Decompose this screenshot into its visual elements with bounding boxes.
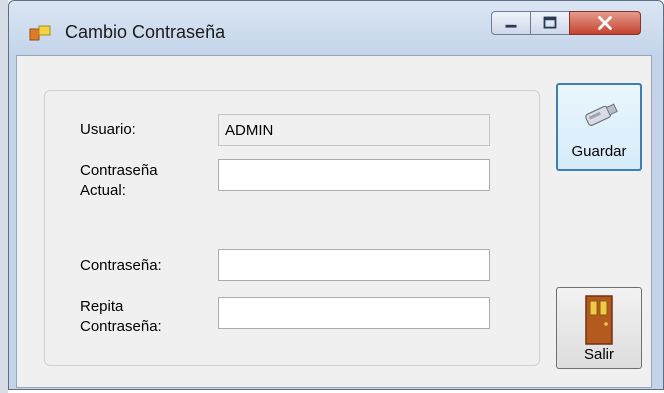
maximize-button[interactable] — [530, 11, 570, 35]
usb-drive-icon — [585, 103, 618, 126]
current-password-label: Contraseña Actual: — [80, 162, 158, 199]
usuario-label: Usuario: — [80, 121, 136, 138]
app-window-icon — [29, 25, 51, 41]
maximize-icon — [543, 16, 557, 29]
usuario-field — [218, 114, 490, 146]
current-password-field[interactable] — [218, 159, 490, 191]
new-password-field[interactable] — [218, 249, 490, 281]
minimize-button[interactable] — [491, 11, 531, 35]
desktop-edge — [0, 0, 8, 393]
close-button[interactable] — [569, 11, 641, 35]
minimize-icon — [505, 24, 517, 28]
title-bar[interactable]: Cambio Contraseña — [9, 1, 663, 53]
door-icon — [585, 295, 613, 345]
window-title: Cambio Contraseña — [65, 22, 226, 42]
salir-label: Salir — [583, 346, 614, 363]
close-icon — [598, 16, 612, 30]
salir-button[interactable]: Salir — [556, 287, 642, 369]
guardar-button[interactable]: Guardar — [556, 83, 642, 171]
repeat-password-field[interactable] — [218, 297, 490, 329]
new-password-label: Contraseña: — [80, 257, 162, 274]
repeat-password-label: Repita Contraseña: — [80, 298, 162, 335]
guardar-label: Guardar — [571, 143, 627, 160]
